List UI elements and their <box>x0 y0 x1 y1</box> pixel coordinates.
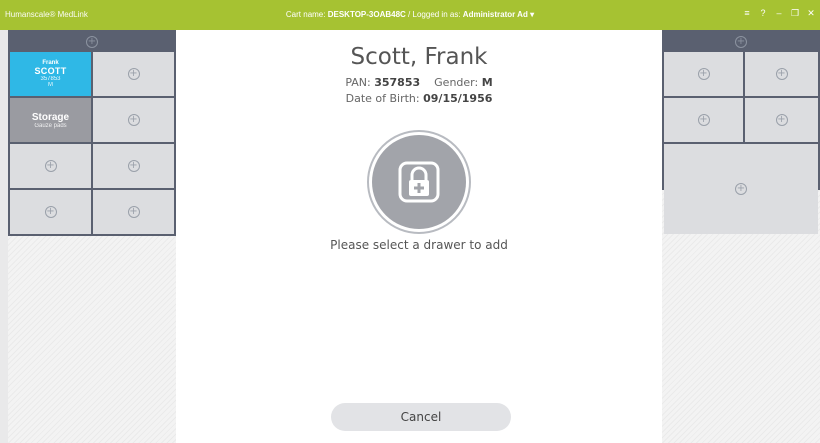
plus-circle-icon: + <box>127 160 140 172</box>
patient-name: Scott, Frank <box>350 44 488 70</box>
gender-label: Gender: <box>434 76 479 89</box>
cancel-button[interactable]: Cancel <box>331 403 511 431</box>
patient-pan-gender: PAN: 357853 Gender: M <box>176 76 662 89</box>
gender-value: M <box>481 76 493 89</box>
plus-circle-icon: + <box>775 68 788 80</box>
empty-drawer[interactable]: + <box>10 190 91 234</box>
empty-drawer-large[interactable]: + <box>664 144 818 234</box>
help-icon[interactable]: ? <box>758 8 768 19</box>
left-cabinet-panel: + Frank SCOTT 357853 M + Storage Gauze p… <box>8 30 176 443</box>
pan-label: PAN: <box>345 76 371 89</box>
empty-drawer[interactable]: + <box>745 52 818 96</box>
window-controls: ≡ ? – ❐ ✕ <box>742 8 816 19</box>
select-drawer-prompt: Please select a drawer to add <box>330 238 508 252</box>
storage-subtitle: Gauze pads <box>34 122 67 129</box>
patient-sex: M <box>48 82 53 88</box>
empty-drawer[interactable]: + <box>664 52 743 96</box>
empty-drawer[interactable]: + <box>93 144 174 188</box>
plus-circle-icon: + <box>127 206 140 218</box>
left-cabinet-add-top[interactable]: + <box>10 32 174 52</box>
patient-dob: Date of Birth: 09/15/1956 <box>176 92 662 105</box>
dob-label: Date of Birth: <box>345 92 420 105</box>
empty-drawer[interactable]: + <box>93 190 174 234</box>
plus-circle-icon: + <box>44 206 57 218</box>
restore-icon[interactable]: ❐ <box>790 8 800 19</box>
right-cabinet-add-top[interactable]: + <box>664 32 818 52</box>
patient-drawer[interactable]: Frank SCOTT 357853 M <box>10 52 91 96</box>
empty-drawer[interactable]: + <box>664 98 743 142</box>
chevron-down-icon: ▾ <box>530 10 535 19</box>
plus-circle-icon: + <box>735 183 747 195</box>
storage-drawer[interactable]: Storage Gauze pads <box>10 98 91 142</box>
separator: / <box>408 10 411 19</box>
right-drawer-grid: + + + + + <box>664 52 818 234</box>
empty-drawer[interactable]: + <box>93 98 174 142</box>
plus-circle-icon: + <box>86 36 98 48</box>
right-cabinet-panel: + + + + + + <box>662 30 820 443</box>
plus-circle-icon: + <box>775 114 788 126</box>
close-icon[interactable]: ✕ <box>806 8 816 19</box>
plus-circle-icon: + <box>697 68 710 80</box>
plus-circle-icon: + <box>697 114 710 126</box>
title-bar: Humanscale® MedLink Cart name: DESKTOP-3… <box>0 0 820 30</box>
empty-drawer[interactable]: + <box>10 144 91 188</box>
plus-circle-icon: + <box>127 68 140 80</box>
plus-circle-icon: + <box>735 36 747 48</box>
add-drawer-dialog: Scott, Frank PAN: 357853 Gender: M Date … <box>176 30 662 443</box>
cart-info: Cart name: DESKTOP-3OAB48C / Logged in a… <box>0 10 820 19</box>
menu-icon[interactable]: ≡ <box>742 8 752 19</box>
minimize-icon[interactable]: – <box>774 8 784 19</box>
left-drawer-grid: Frank SCOTT 357853 M + Storage Gauze pad… <box>10 52 174 234</box>
user-name: Administrator Ad <box>462 10 528 19</box>
drawer-icon-ring <box>367 130 471 234</box>
dob-value: 09/15/1956 <box>423 92 493 105</box>
user-menu[interactable]: Administrator Ad ▾ <box>463 10 534 19</box>
empty-drawer[interactable]: + <box>745 98 818 142</box>
plus-circle-icon: + <box>44 160 57 172</box>
logged-in-label: Logged in as: <box>412 10 461 19</box>
right-cabinet: + + + + + + <box>662 30 820 234</box>
storage-title: Storage <box>31 111 70 123</box>
patient-last-name: SCOTT <box>34 66 67 76</box>
empty-drawer[interactable]: + <box>93 52 174 96</box>
cart-name: DESKTOP-3OAB48C <box>327 10 406 19</box>
left-cabinet: + Frank SCOTT 357853 M + Storage Gauze p… <box>8 30 176 236</box>
pan-value: 357853 <box>374 76 421 89</box>
plus-circle-icon: + <box>127 114 140 126</box>
cart-label: Cart name: <box>285 10 326 19</box>
locked-drawer-icon <box>372 135 466 229</box>
